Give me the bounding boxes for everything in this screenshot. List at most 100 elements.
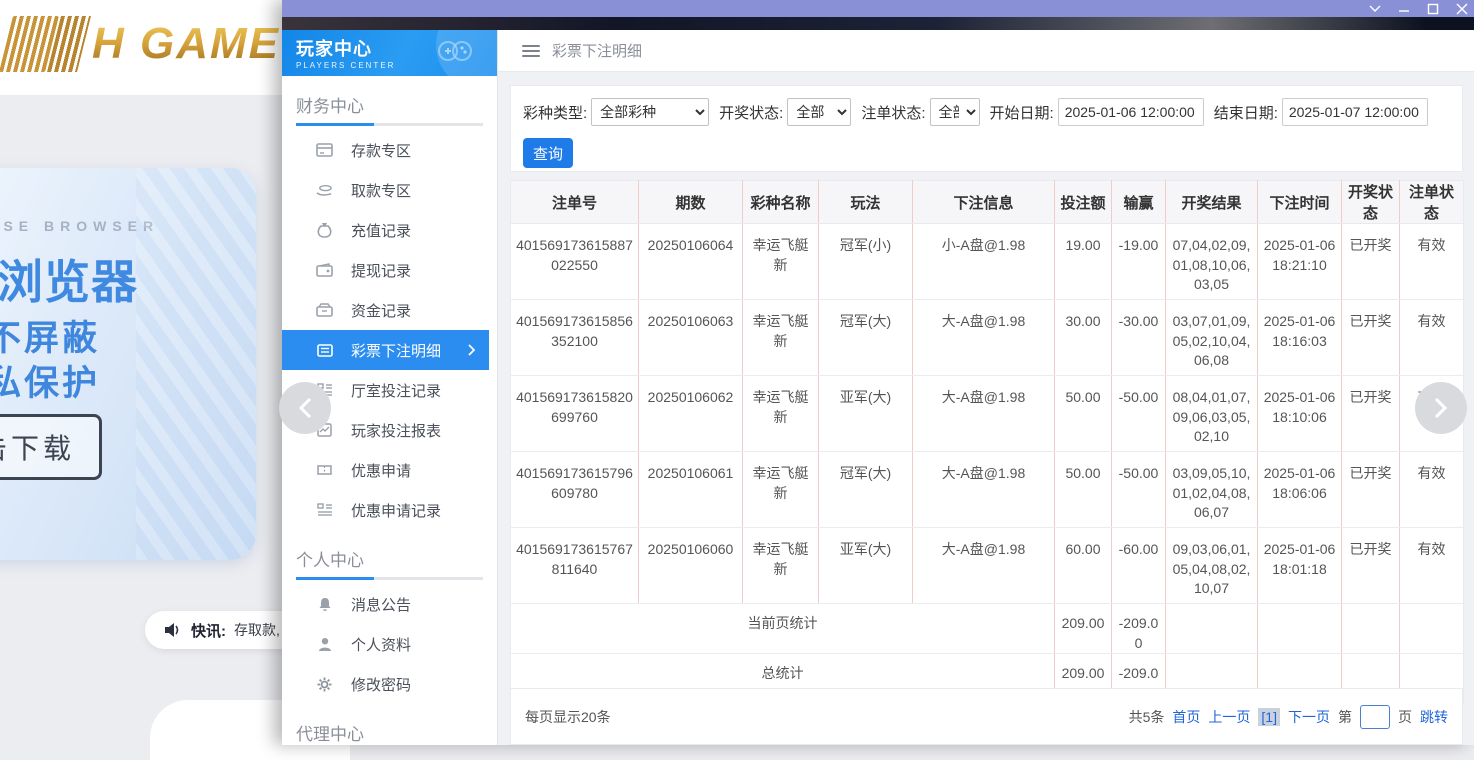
sidebar-item-lottery-bet-detail[interactable]: 彩票下注明细 — [282, 330, 489, 370]
col-bet-amount: 投注额 — [1055, 181, 1112, 224]
sidebar-item-label: 修改密码 — [351, 674, 411, 695]
cell-draw-result: 09,03,06,01,05,04,08,02,10,07 — [1166, 528, 1258, 604]
cell-play: 亚军(大) — [819, 376, 913, 452]
lottery-type-select[interactable]: 全部彩种 — [591, 98, 709, 126]
cell-period: 20250106060 — [639, 528, 743, 604]
page-number-input[interactable] — [1360, 705, 1390, 729]
cell-bet-amount: 30.00 — [1055, 300, 1112, 376]
breadcrumb-bar: 彩票下注明细 — [498, 30, 1474, 72]
sidebar-item-recharge-record[interactable]: 充值记录 — [282, 210, 497, 250]
table-row: 401569173615820699760 20250106062 幸运飞艇新 … — [511, 376, 1464, 452]
menu-toggle-icon[interactable] — [522, 45, 540, 57]
expand-right-arrow[interactable] — [1415, 382, 1467, 434]
cell-winloss: -19.00 — [1112, 224, 1166, 300]
cell-period: 20250106062 — [639, 376, 743, 452]
pagination-bar: 每页显示20条 共5条 首页 上一页 [1] 下一页 第 页 跳转 — [510, 688, 1463, 745]
cell-bet-info: 大-A盘@1.98 — [913, 300, 1055, 376]
cell-lottery-name: 幸运飞艇新 — [743, 376, 819, 452]
withdraw-icon — [316, 182, 333, 199]
sidebar-item-profile[interactable]: 个人资料 — [282, 624, 497, 664]
sidebar-item-label: 消息公告 — [351, 594, 411, 615]
section-title-personal: 个人中心 — [296, 546, 497, 571]
minimize-icon[interactable] — [1397, 2, 1410, 15]
order-status-select[interactable]: 全部 — [930, 98, 980, 126]
bet-table: 注单号 期数 彩种名称 玩法 下注信息 投注额 输赢 开奖结果 下注时间 开奖状… — [510, 180, 1464, 704]
cell-bet-time: 2025-01-06 18:10:06 — [1258, 376, 1342, 452]
cell-winloss: -60.00 — [1112, 528, 1166, 604]
cell-order-status: 有效 — [1400, 224, 1464, 300]
maximize-icon[interactable] — [1426, 2, 1439, 15]
close-icon[interactable] — [1455, 2, 1468, 15]
cell-lottery-name: 幸运飞艇新 — [743, 224, 819, 300]
banner-line3: 隐私保护 — [0, 355, 100, 406]
cell-bet-id: 401569173615767811640 — [511, 528, 639, 604]
sidebar-item-promo-apply[interactable]: 优惠申请 — [282, 450, 497, 490]
cell-lottery-name: 幸运飞艇新 — [743, 300, 819, 376]
sidebar-item-label: 充值记录 — [351, 220, 411, 241]
cell-lottery-name: 幸运飞艇新 — [743, 528, 819, 604]
cell-bet-amount: 60.00 — [1055, 528, 1112, 604]
prev-page-link[interactable]: 上一页 — [1208, 707, 1250, 727]
window-dark-strip — [282, 17, 1474, 30]
sidebar-item-change-password[interactable]: 修改密码 — [282, 664, 497, 704]
next-page-link[interactable]: 下一页 — [1288, 707, 1330, 727]
chevron-down-icon[interactable] — [1368, 2, 1381, 15]
cell-bet-info: 大-A盘@1.98 — [913, 528, 1055, 604]
cell-bet-time: 2025-01-06 18:21:10 — [1258, 224, 1342, 300]
cell-draw-status: 已开奖 — [1342, 528, 1400, 604]
jump-suffix-label: 页 — [1398, 707, 1412, 727]
promo-apply-record-icon — [316, 502, 333, 519]
start-date-input[interactable] — [1058, 98, 1204, 126]
site-header: H GAME — [0, 0, 282, 95]
col-draw-status: 开奖状态 — [1342, 181, 1400, 224]
cell-play: 冠军(大) — [819, 452, 913, 528]
col-draw-result: 开奖结果 — [1166, 181, 1258, 224]
table-row: 401569173615767811640 20250106060 幸运飞艇新 … — [511, 528, 1464, 604]
draw-status-select[interactable]: 全部 — [787, 98, 851, 126]
message-icon — [316, 596, 333, 613]
jump-button[interactable]: 跳转 — [1420, 707, 1448, 727]
cell-bet-amount: 50.00 — [1055, 376, 1112, 452]
recharge-record-icon — [316, 222, 333, 239]
window-controls — [1368, 0, 1468, 17]
chevron-left-icon — [298, 397, 312, 419]
cell-bet-time: 2025-01-06 18:16:03 — [1258, 300, 1342, 376]
cell-draw-result: 07,04,02,09,01,08,10,06,03,05 — [1166, 224, 1258, 300]
cell-bet-id: 401569173615820699760 — [511, 376, 639, 452]
cell-order-status: 有效 — [1400, 452, 1464, 528]
end-date-label: 结束日期: — [1214, 102, 1278, 123]
banner-download-button[interactable]: 击下载 — [0, 414, 102, 480]
sidebar-item-deposit-zone[interactable]: 存款专区 — [282, 130, 497, 170]
sidebar-item-messages[interactable]: 消息公告 — [282, 584, 497, 624]
cell-winloss: -30.00 — [1112, 300, 1166, 376]
lottery-bet-detail-icon — [316, 342, 333, 359]
cell-draw-status: 已开奖 — [1342, 300, 1400, 376]
banner-english-tagline: ERSE BROWSER — [0, 218, 159, 234]
cell-period: 20250106063 — [639, 300, 743, 376]
banner-line2: 制不屏蔽 — [0, 310, 100, 361]
cell-winloss: -50.00 — [1112, 376, 1166, 452]
window-titlebar — [282, 0, 1474, 17]
query-button[interactable]: 查询 — [523, 138, 573, 168]
cell-period: 20250106064 — [639, 224, 743, 300]
collapse-left-arrow[interactable] — [279, 382, 331, 434]
funds-record-icon — [316, 302, 333, 319]
jump-prefix-label: 第 — [1338, 707, 1352, 727]
sidebar-item-withdrawal-record[interactable]: 提现记录 — [282, 250, 497, 290]
first-page-link[interactable]: 首页 — [1172, 707, 1200, 727]
cell-draw-status: 已开奖 — [1342, 224, 1400, 300]
table-row: 401569173615887022550 20250106064 幸运飞艇新 … — [511, 224, 1464, 300]
end-date-input[interactable] — [1282, 98, 1428, 126]
withdrawal-record-icon — [316, 262, 333, 279]
sidebar-item-funds-record[interactable]: 资金记录 — [282, 290, 497, 330]
section-rule — [296, 577, 483, 580]
promo-banner[interactable]: ERSE BROWSER 宇浏览器 制不屏蔽 隐私保护 击下载 — [0, 168, 256, 560]
sidebar-item-promo-apply-record[interactable]: 优惠申请记录 — [282, 490, 497, 530]
cell-draw-status: 已开奖 — [1342, 452, 1400, 528]
cell-draw-result: 03,07,01,09,05,02,10,04,06,08 — [1166, 300, 1258, 376]
table-header-row: 注单号 期数 彩种名称 玩法 下注信息 投注额 输赢 开奖结果 下注时间 开奖状… — [511, 181, 1464, 224]
summary-label: 当前页统计 — [511, 604, 1055, 654]
sidebar-item-label: 取款专区 — [351, 180, 411, 201]
sidebar-item-withdraw-zone[interactable]: 取款专区 — [282, 170, 497, 210]
col-lottery-name: 彩种名称 — [743, 181, 819, 224]
